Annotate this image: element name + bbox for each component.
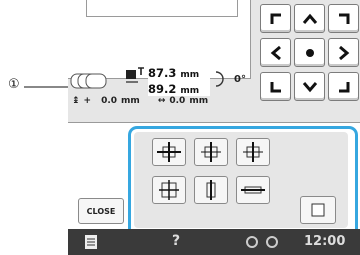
arrow-top-right-button[interactable] [328,4,359,33]
arrow-right-icon [338,45,349,60]
center-dot-icon [305,48,314,57]
plus-icon: + [83,96,92,106]
height-unit: mm [180,86,200,96]
blank-square-button[interactable] [300,196,336,224]
help-button[interactable]: ? [172,233,180,249]
offset-row: ↨ + 0.0 mm ↔ 0.0 mm [72,96,208,106]
bobbin-thread-icon [246,236,278,248]
callout-number: ① [8,77,20,92]
arrow-top-left-icon [270,13,281,24]
arrow-down-button[interactable] [294,72,325,101]
horizontal-move-icon: ↔ [157,96,166,106]
arrow-bottom-left-icon [270,81,281,92]
hoop-icon[interactable] [70,70,126,92]
arrow-down-icon [302,81,317,92]
width-value: 87.3 [148,66,177,80]
arrow-bottom-right-button[interactable] [328,72,359,101]
align-vertical-button[interactable] [194,176,228,204]
arrow-bottom-left-button[interactable] [260,72,291,101]
align-right-edge-icon [243,142,263,162]
panel-divider [68,122,360,123]
align-center-both-icon [157,142,181,162]
status-bar: ? 12:00 [68,229,360,255]
offset-y-value: 0.0 [169,96,186,106]
close-button[interactable]: CLOSE [78,198,124,224]
preview-frame [86,0,238,17]
arrow-left-icon [270,45,281,60]
blank-square-icon [311,203,325,217]
arrow-top-left-button[interactable] [260,4,291,33]
arrow-top-right-icon [338,13,349,24]
arrow-up-icon [302,13,317,24]
align-frame-corners-button[interactable] [152,176,186,204]
align-vertical-icon [206,180,216,200]
offset-x-unit: mm [121,96,140,106]
arrow-bottom-right-icon [338,81,349,92]
vertical-move-icon: ↨ [72,96,80,106]
embroidery-edit-screen: 87.3 mm 89.2 mm 0° ↨ + 0.0 mm ↔ 0.0 mm C… [68,0,360,255]
pattern-size-icon [126,67,144,83]
offset-y-unit: mm [189,96,209,106]
arrow-left-button[interactable] [260,38,291,67]
offset-x-value: 0.0 [101,96,118,106]
document-icon[interactable] [84,234,98,250]
align-horizontal-button[interactable] [236,176,270,204]
align-center-horizontal-button[interactable] [194,138,228,166]
align-center-both-button[interactable] [152,138,186,166]
align-center-horizontal-icon [201,142,221,162]
align-frame-corners-icon [159,180,179,200]
center-button[interactable] [294,38,325,67]
rotation-degree: 0° [234,74,246,85]
align-horizontal-icon [241,186,265,194]
arrow-up-button[interactable] [294,4,325,33]
align-right-edge-button[interactable] [236,138,270,166]
arrow-right-button[interactable] [328,38,359,67]
height-value: 89.2 [148,82,177,96]
width-unit: mm [180,70,200,80]
clock: 12:00 [304,234,346,249]
pattern-size-display: 87.3 mm 89.2 mm [148,66,210,96]
rotation-icon [215,71,224,87]
